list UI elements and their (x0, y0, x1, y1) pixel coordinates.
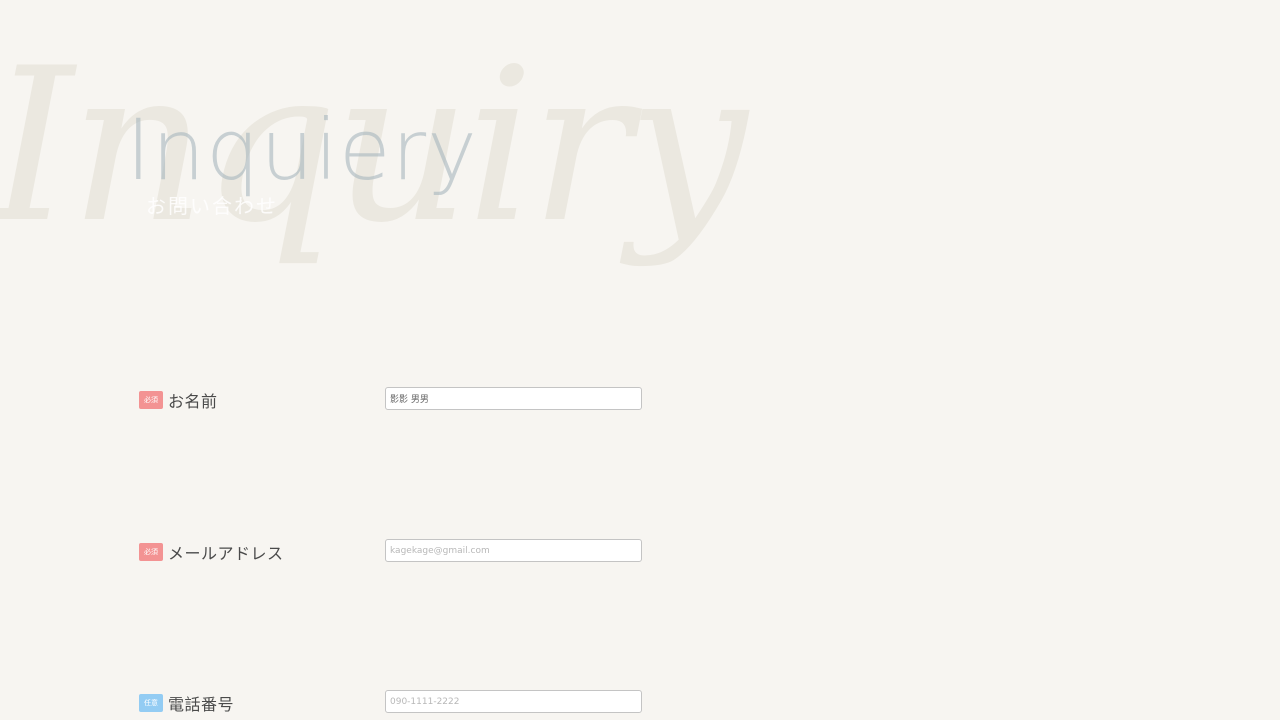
required-badge: 必須 (139, 391, 163, 409)
phone-field-row: 任意 電話番号 (139, 690, 649, 718)
email-field-label: 必須 メールアドレス (139, 541, 284, 563)
phone-label-text: 電話番号 (168, 695, 235, 714)
email-field-row: 必須 メールアドレス (139, 539, 649, 567)
phone-field-label: 任意 電話番号 (139, 692, 234, 714)
name-field-row: 必須 お名前 (139, 387, 649, 415)
email-input[interactable] (385, 539, 642, 562)
name-label-text: お名前 (168, 392, 218, 411)
optional-badge: 任意 (139, 694, 163, 712)
name-input[interactable] (385, 387, 642, 410)
page-title: Inquiery (126, 101, 478, 199)
required-badge: 必須 (139, 543, 163, 561)
email-label-text: メールアドレス (168, 544, 284, 563)
page-subtitle: お問い合わせ (146, 194, 278, 218)
phone-input[interactable] (385, 690, 642, 713)
name-field-label: 必須 お名前 (139, 389, 218, 411)
